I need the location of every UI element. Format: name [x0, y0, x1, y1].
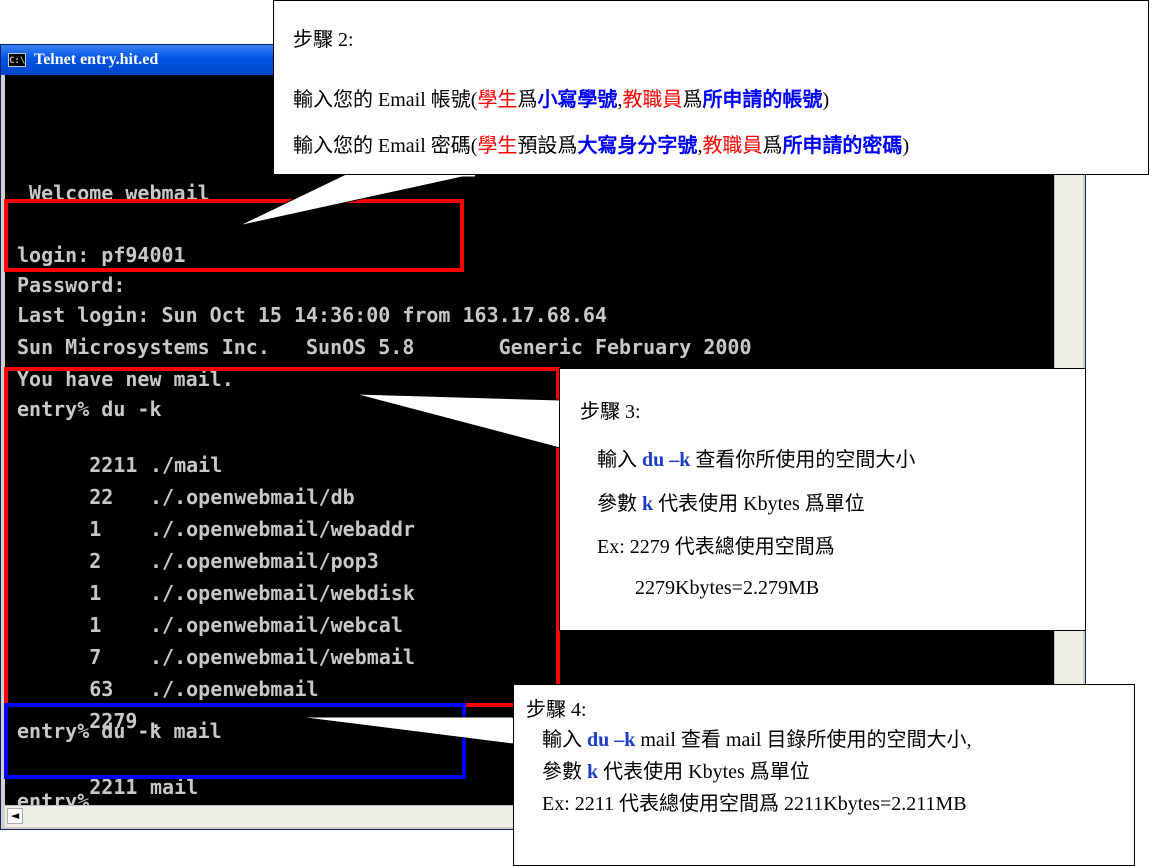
step4-heading: 步驟 4: — [526, 699, 587, 721]
staff-password-value: 所申請的密碼 — [782, 135, 903, 157]
step4-example-line: Ex: 2211 代表總使用空間爲 2211Kbytes=2.211MB — [542, 793, 967, 815]
student-account-value: 小寫學號 — [537, 89, 618, 111]
du-output-row: 1 ./.openwebmail/webaddr — [17, 493, 415, 541]
step2-password-line: 輸入您的 Email 密碼(學生預設爲大寫身分字號,教職員爲所申請的密碼) — [293, 129, 909, 158]
du-size: 2211 — [89, 775, 138, 799]
step4-command-line: 輸入 du –k mail 查看 mail 目錄所使用的空間大小, — [542, 723, 971, 752]
du-output-row: 1 ./.openwebmail/webcal — [17, 589, 403, 637]
du-path: ./.openwebmail/db — [150, 485, 355, 509]
step2-heading: 步驟 2: — [293, 29, 354, 51]
du-output-row: 2211 mail — [17, 751, 198, 799]
step2-account-line: 輸入您的 Email 帳號(學生爲小寫學號,教職員爲所申請的帳號) — [293, 83, 829, 112]
step4-param-line: 參數 k 代表使用 Kbytes 爲單位 — [542, 755, 810, 784]
step4-param-pre: 參數 — [542, 761, 587, 783]
step3-param-post: 代表使用 Kbytes 爲單位 — [653, 493, 865, 515]
terminal-line: entry% du -k — [17, 397, 162, 421]
du-path: ./.openwebmail/webaddr — [150, 517, 415, 541]
terminal-line: entry% du -k mail — [17, 719, 222, 743]
step3-post: 查看你所使用的空間大小 — [690, 449, 916, 471]
du-path: ./.openwebmail/webmail — [150, 645, 415, 669]
window-title: Telnet entry.hit.ed — [34, 51, 159, 68]
terminal-line: Welcome webmail — [17, 181, 210, 205]
step2-is: 爲 — [762, 135, 783, 157]
du-path: ./.openwebmail — [150, 677, 319, 701]
du-output-row: 2279. — [17, 685, 162, 733]
du-output-row: 2211 ./mail — [17, 429, 222, 477]
k-param: k — [587, 761, 599, 783]
du-path: mail — [150, 775, 199, 799]
step4-post: mail 查看 mail 目錄所使用的空間大小, — [635, 729, 972, 751]
du-output-row: 1 ./.openwebmail/webdisk — [17, 557, 415, 605]
terminal-line: You have new mail. — [17, 367, 234, 391]
student-label: 學生 — [477, 89, 518, 111]
du-path: ./.openwebmail/pop3 — [150, 549, 379, 573]
du-output-row: 63 ./.openwebmail — [17, 653, 318, 701]
step3-example-result: 2279Kbytes=2.279MB — [635, 577, 820, 599]
du-output-row: 7 ./.openwebmail/webmail — [17, 621, 415, 669]
terminal-line: Sun Microsystems Inc. SunOS 5.8 Generic … — [17, 335, 752, 359]
step4-param-post: 代表使用 Kbytes 爲單位 — [598, 761, 810, 783]
step4-callout: 步驟 4: 輸入 du –k mail 查看 mail 目錄所使用的空間大小, … — [513, 684, 1135, 866]
student-label: 學生 — [477, 135, 518, 157]
console-icon: C:\ — [8, 53, 26, 67]
du-output-row: 2 ./.openwebmail/pop3 — [17, 525, 379, 573]
step2-is: 爲 — [682, 89, 703, 111]
step2-password-prefix: 輸入您的 Email 密碼( — [293, 135, 478, 157]
du-output-row: 22 ./.openwebmail/db — [17, 461, 354, 509]
step3-callout: 步驟 3: 輸入 du –k 查看你所使用的空間大小 參數 k 代表使用 Kby… — [559, 368, 1086, 631]
step3-pre: 輸入 — [597, 449, 642, 471]
du-path: ./mail — [150, 453, 223, 477]
student-password-value: 大寫身分字號 — [577, 135, 698, 157]
terminal-line: Password: — [17, 273, 126, 297]
terminal-line: Last login: Sun Oct 15 14:36:00 from 163… — [17, 303, 608, 327]
du-command: du –k — [587, 729, 636, 751]
du-path: ./.openwebmail/webdisk — [150, 581, 415, 605]
k-param: k — [642, 493, 654, 515]
du-path: ./.openwebmail/webcal — [150, 613, 403, 637]
staff-account-value: 所申請的帳號 — [702, 89, 823, 111]
step2-is: 預設爲 — [517, 135, 578, 157]
staff-label: 教職員 — [702, 135, 763, 157]
scroll-left-icon[interactable]: ◄ — [7, 808, 23, 824]
step2-close: ) — [902, 135, 910, 157]
staff-label: 教職員 — [622, 89, 683, 111]
step2-close: ) — [822, 89, 830, 111]
terminal-line: login: pf94001 — [17, 243, 186, 267]
step3-param-line: 參數 k 代表使用 Kbytes 爲單位 — [597, 487, 865, 516]
du-command: du –k — [642, 449, 691, 471]
step3-example-line: Ex: 2279 代表總使用空間爲 — [597, 536, 835, 558]
step4-pre: 輸入 — [542, 729, 587, 751]
step2-is: 爲 — [517, 89, 538, 111]
step3-command-line: 輸入 du –k 查看你所使用的空間大小 — [597, 443, 915, 472]
step3-param-pre: 參數 — [597, 493, 642, 515]
step2-account-prefix: 輸入您的 Email 帳號( — [293, 89, 478, 111]
step2-callout: 步驟 2: 輸入您的 Email 帳號(學生爲小寫學號,教職員爲所申請的帳號) … — [273, 0, 1149, 175]
step3-heading: 步驟 3: — [580, 401, 641, 423]
terminal-prompt: entry% — [17, 789, 90, 805]
